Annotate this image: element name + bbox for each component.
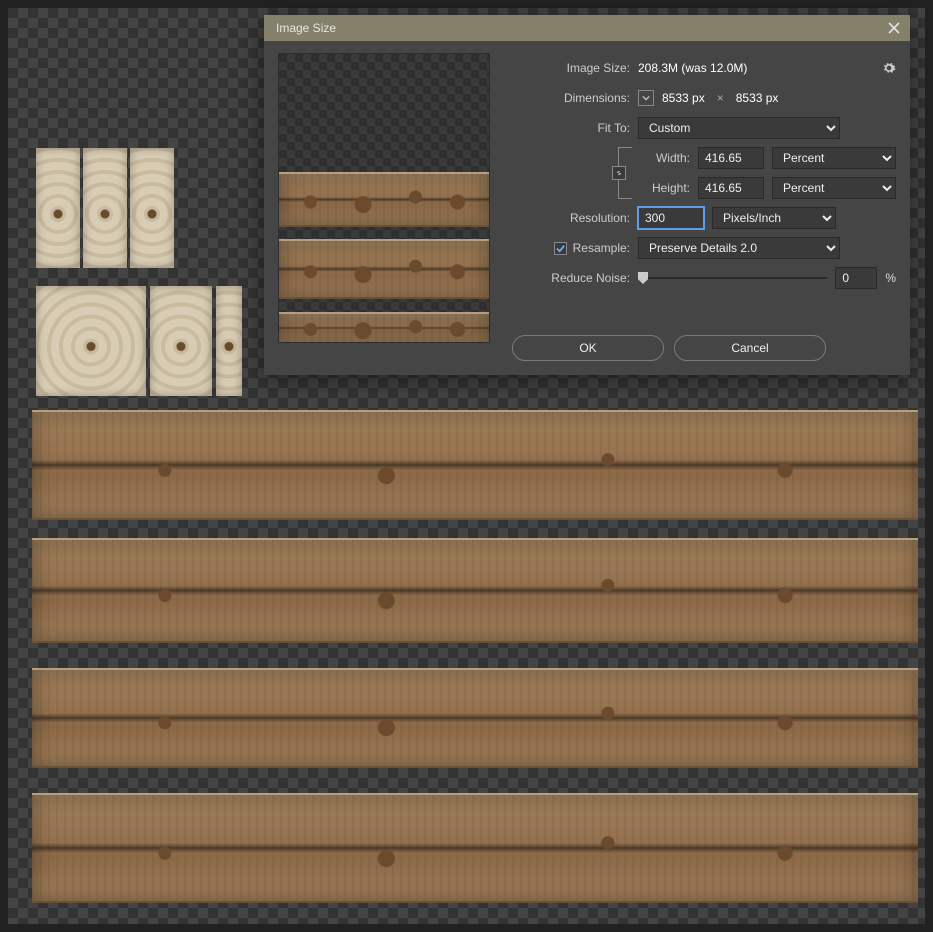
percent-sign: % (885, 271, 896, 285)
close-button[interactable] (886, 20, 902, 36)
texture-thumb (130, 148, 174, 268)
width-input[interactable] (698, 147, 764, 169)
dimensions-height: 8533 px (736, 91, 779, 105)
texture-thumb (83, 148, 127, 268)
texture-thumb (36, 286, 146, 396)
dialog-titlebar[interactable]: Image Size (264, 15, 910, 41)
ok-button[interactable]: OK (512, 335, 664, 361)
image-size-value: 208.3M (was 12.0M) (638, 61, 747, 75)
texture-thumb (216, 286, 242, 396)
fit-to-label: Fit To: (504, 121, 630, 135)
height-unit-select[interactable]: Percent (772, 177, 896, 199)
image-size-dialog: Image Size Image Size: 208.3M (was 12.0M… (264, 15, 910, 375)
texture-plank (32, 793, 918, 903)
reduce-noise-input[interactable] (835, 267, 877, 289)
gear-icon[interactable] (882, 61, 896, 75)
dialog-title: Image Size (276, 21, 336, 35)
resample-select[interactable]: Preserve Details 2.0 (638, 237, 840, 259)
reduce-noise-label: Reduce Noise: (504, 271, 630, 285)
resample-checkbox[interactable] (554, 242, 567, 255)
link-icon[interactable] (612, 166, 626, 180)
reduce-noise-slider[interactable] (638, 277, 827, 279)
texture-plank (32, 410, 918, 520)
texture-thumb (36, 148, 80, 268)
texture-thumb (150, 286, 212, 396)
resolution-label: Resolution: (504, 211, 630, 225)
slider-thumb[interactable] (638, 272, 648, 284)
width-label: Width: (642, 151, 690, 165)
resolution-input[interactable] (638, 207, 704, 229)
resolution-unit-select[interactable]: Pixels/Inch (712, 207, 836, 229)
dimensions-width: 8533 px (662, 91, 705, 105)
dimensions-sep: × (717, 91, 724, 105)
texture-plank (32, 668, 918, 768)
texture-plank (32, 538, 918, 643)
width-unit-select[interactable]: Percent (772, 147, 896, 169)
dimensions-unit-toggle[interactable] (638, 90, 654, 106)
resample-label: Resample: (573, 241, 630, 255)
dimensions-label: Dimensions: (504, 91, 630, 105)
height-label: Height: (642, 181, 690, 195)
cancel-button[interactable]: Cancel (674, 335, 826, 361)
image-size-label: Image Size: (504, 61, 630, 75)
fit-to-select[interactable]: Custom (638, 117, 840, 139)
form-panel: Image Size: 208.3M (was 12.0M) Dimension… (504, 53, 896, 361)
preview-pane[interactable] (278, 53, 490, 343)
height-input[interactable] (698, 177, 764, 199)
